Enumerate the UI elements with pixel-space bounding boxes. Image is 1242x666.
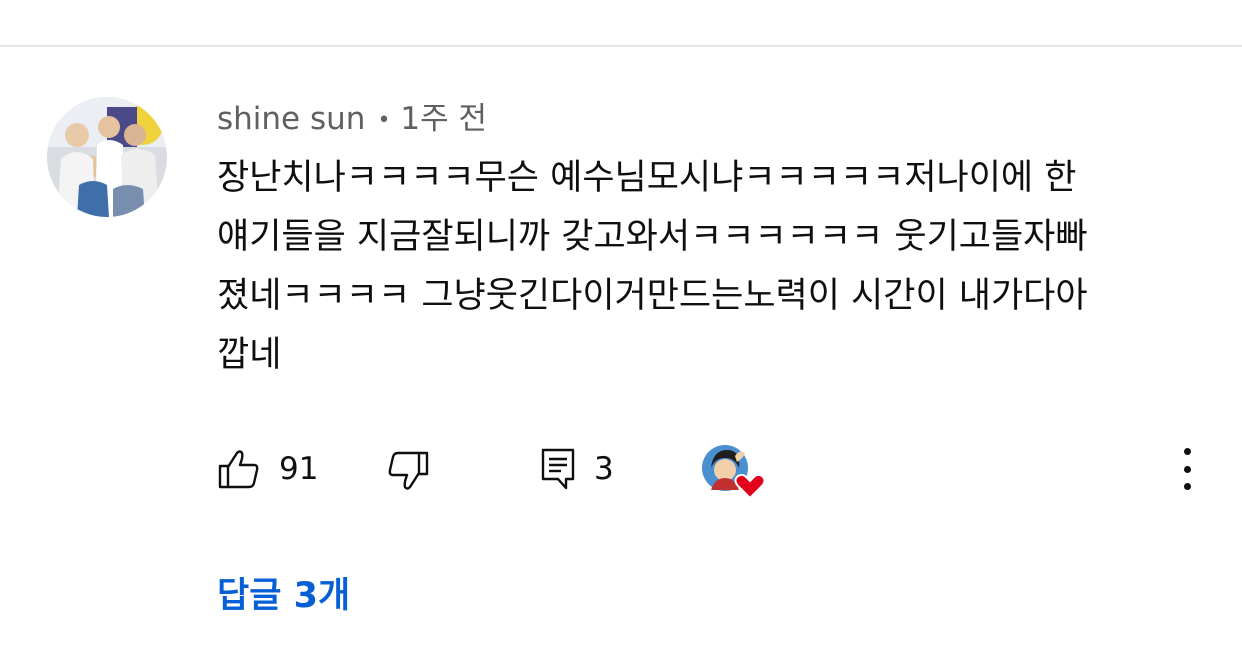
comment-text-line: 얘기들을 지금잘되니까 갖고와서ㅋㅋㅋㅋㅋㅋ 웃기고들자빠	[217, 217, 1088, 257]
more-options-button[interactable]	[1172, 448, 1202, 490]
avatar-image	[47, 97, 167, 217]
like-count: 91	[279, 451, 319, 487]
more-vertical-icon-dot	[1183, 448, 1191, 455]
author-name[interactable]: shine sun	[217, 101, 365, 137]
more-vertical-icon-dot	[1183, 465, 1191, 473]
thumbs-up-icon	[218, 450, 259, 489]
author-avatar[interactable]	[47, 97, 167, 217]
comment-text: 장난치나ㅋㅋㅋㅋ무슨 예수님모시냐ㅋㅋㅋㅋㅋ저나이에 한 얘기들을 지금잘되니까…	[217, 149, 1207, 385]
thumbs-down-icon	[388, 451, 429, 490]
reply-button[interactable]: 3	[540, 444, 614, 494]
comment-text-line: 깝네	[217, 335, 282, 375]
view-replies-link[interactable]: 답글 3개	[217, 572, 350, 620]
top-divider	[0, 45, 1242, 47]
comment-time: 1주 전	[400, 101, 488, 137]
comment-meta: shine sun • 1주 전	[217, 99, 487, 139]
like-button[interactable]: 91	[217, 444, 318, 494]
more-vertical-icon-dot	[1183, 483, 1191, 490]
comment-text-line: 장난치나ㅋㅋㅋㅋ무슨 예수님모시냐ㅋㅋㅋㅋㅋ저나이에 한	[217, 158, 1077, 198]
creator-heart-icon	[702, 445, 766, 500]
creator-heart	[701, 444, 766, 500]
comment-reply-icon	[541, 448, 575, 490]
reply-count: 3	[594, 451, 614, 487]
meta-separator: •	[377, 108, 391, 133]
dislike-button[interactable]	[386, 446, 430, 496]
comment-text-line: 졌네ㅋㅋㅋㅋ 그냥웃긴다이거만드는노력이 시간이 내가다아	[217, 276, 1088, 316]
